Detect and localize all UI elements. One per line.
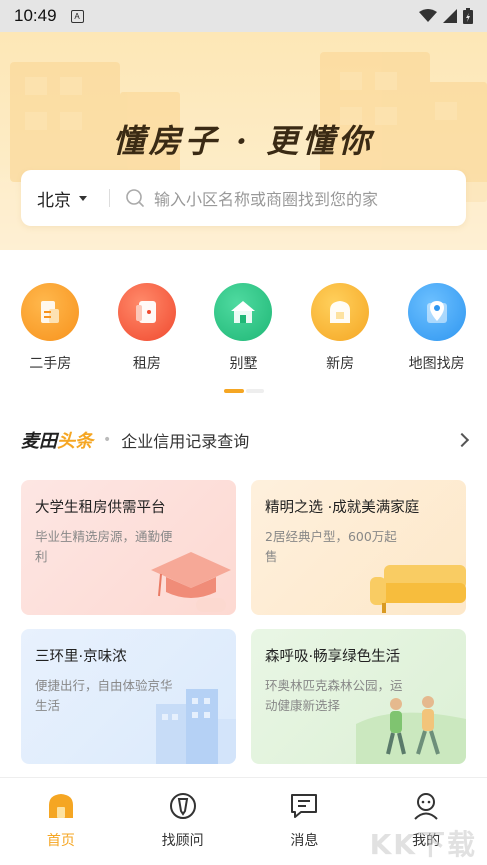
category-label: 新房 [326, 356, 355, 372]
category-label: 地图找房 [408, 356, 465, 372]
card-subtitle: 毕业生精选房源，通勤便利 [35, 529, 173, 564]
message-icon [288, 790, 320, 822]
tab-messages[interactable]: 消息 [244, 778, 366, 865]
promo-card-green-life[interactable]: 森呼吸·畅享绿色生活 环奥林匹克森林公园，运动健康新选择 [251, 629, 466, 764]
map-pin-icon [407, 283, 466, 341]
city-selector[interactable]: 北京 [21, 186, 87, 211]
headlines-brand-accent: 头条 [57, 431, 93, 452]
watermark: KK下载 [369, 828, 477, 861]
card-title: 大学生租房供需平台 [35, 500, 166, 516]
status-time: 10:49 [14, 6, 57, 25]
category-label: 别墅 [229, 356, 258, 372]
separator-dot: • [103, 432, 112, 448]
promo-card-student-rent[interactable]: 大学生租房供需平台 毕业生精选房源，通勤便利 [21, 480, 236, 615]
category-map-search[interactable]: 地图找房 [392, 283, 482, 373]
city-label: 北京 [37, 190, 71, 211]
category-rent[interactable]: 租房 [102, 283, 192, 373]
sim-icon: A [70, 9, 84, 23]
category-second-hand[interactable]: 二手房 [5, 283, 95, 373]
page-indicator [224, 389, 264, 393]
card-subtitle: 环奥林匹克森林公园，运动健康新选择 [265, 678, 403, 713]
search-divider [109, 189, 110, 207]
villa-icon [214, 283, 273, 341]
tab-label: 首页 [46, 833, 75, 849]
battery-icon [463, 8, 473, 24]
hero-slogan: 懂房子 · 更懂你 [112, 122, 375, 160]
page-dot-active [224, 389, 244, 393]
headline-text: 企业信用记录查询 [121, 432, 250, 451]
status-bar: 10:49 A [0, 0, 487, 32]
tab-label: 找顾问 [161, 833, 204, 849]
status-icons [419, 8, 473, 24]
user-icon [410, 790, 442, 822]
category-grid: 二手房 租房 别墅 新房 地图找房 [0, 283, 487, 373]
caret-down-icon [79, 195, 87, 201]
search-icon [126, 189, 144, 207]
wifi-icon [419, 9, 437, 22]
category-new-house[interactable]: 新房 [295, 283, 385, 373]
hero-banner: 懂房子 · 更懂你 北京 输入小区名称或商圈找到您的家 [0, 32, 487, 250]
category-villa[interactable]: 别墅 [198, 283, 288, 373]
page-dot [246, 389, 264, 393]
headlines-brand: 麦田 [21, 431, 57, 452]
search-bar[interactable]: 北京 输入小区名称或商圈找到您的家 [21, 170, 466, 226]
card-subtitle: 便捷出行，自由体验京华生活 [35, 678, 173, 713]
card-subtitle: 2居经典户型，600万起售 [265, 529, 397, 564]
second-hand-house-icon [21, 283, 80, 341]
search-input[interactable]: 输入小区名称或商圈找到您的家 [154, 186, 378, 210]
home-icon [45, 790, 77, 822]
advisor-icon [167, 790, 199, 822]
tab-advisor[interactable]: 找顾问 [122, 778, 244, 865]
card-title: 三环里·京味浓 [35, 649, 127, 665]
category-label: 租房 [132, 356, 161, 372]
chevron-right-icon [454, 432, 470, 448]
tab-home[interactable]: 首页 [0, 778, 122, 865]
signal-icon [443, 9, 457, 23]
promo-card-beijing-life[interactable]: 三环里·京味浓 便捷出行，自由体验京华生活 [21, 629, 236, 764]
tab-label: 消息 [290, 833, 319, 849]
category-label: 二手房 [29, 356, 72, 372]
rent-house-icon [117, 283, 176, 341]
card-title: 森呼吸·畅享绿色生活 [265, 649, 401, 665]
headlines-bar[interactable]: 麦田 头条 • 企业信用记录查询 [21, 425, 470, 455]
card-title: 精明之选 ·成就美满家庭 [265, 500, 420, 516]
promo-card-family-home[interactable]: 精明之选 ·成就美满家庭 2居经典户型，600万起售 [251, 480, 466, 615]
new-house-icon [311, 283, 370, 341]
